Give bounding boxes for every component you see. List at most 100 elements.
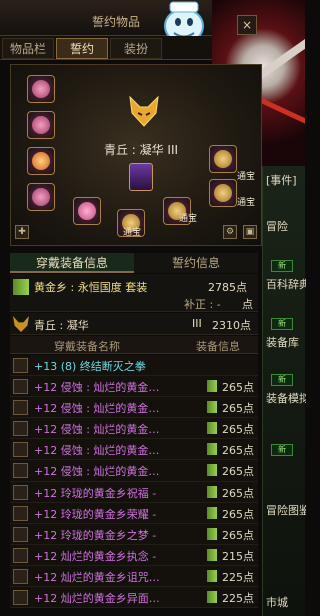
equipment-points: 265点 [222, 486, 254, 500]
equipment-icon [13, 547, 28, 563]
new-badge: 新 [271, 260, 293, 272]
title-emblem-icon[interactable] [129, 163, 153, 191]
equip-slot[interactable] [27, 111, 55, 139]
header-name: 穿戴装备名称 [54, 340, 120, 353]
equipment-icon [13, 400, 28, 416]
treasure-label: 通宝 [123, 228, 142, 238]
point-chip-icon [207, 380, 217, 393]
equipment-name: +12 侵蚀 : 灿烂的黄金… [34, 402, 160, 416]
equipment-row[interactable]: +12 灿烂的黄金乡异面… 225点 [10, 587, 258, 609]
side-menu-label[interactable]: 百科辞典 [266, 276, 306, 292]
right-side-panel: [事件] 冒险 百科辞典 装备库 装备模拟 冒险图鉴 市城新新新新 [262, 166, 306, 616]
equipment-icon [13, 463, 28, 479]
equipment-row[interactable]: +12 玲珑的黄金乡祝福 - 265点 [10, 481, 258, 503]
list-header: 穿戴装备名称 装备信息 [10, 336, 258, 354]
equipment-name: +12 侵蚀 : 灿烂的黄金… [34, 444, 160, 458]
side-menu-label[interactable]: [事件] [266, 172, 306, 188]
treasure-label: 通宝 [237, 172, 256, 182]
equipment-panel: 青丘 : 凝华 III 通宝 通宝 通宝 通宝 ✚ ⚙ ▣ [10, 64, 262, 246]
tab-oath[interactable]: 誓约 [56, 38, 108, 59]
equipment-icon [13, 379, 28, 395]
side-menu-label[interactable]: 装备模拟 [266, 390, 306, 406]
close-button[interactable]: × [237, 15, 257, 35]
side-menu-label[interactable]: 装备库 [266, 334, 306, 350]
correction-label: 补正 : - [184, 298, 221, 311]
equipment-points: 215点 [222, 549, 254, 563]
equipment-row[interactable]: +12 灿烂的黄金乡执念 - 215点 [10, 544, 258, 566]
header-info: 装备信息 [196, 340, 240, 353]
equipment-name: +12 侵蚀 : 灿烂的黄金… [34, 465, 160, 479]
sub-tab-bar: 穿戴装备信息 誓约信息 [10, 253, 258, 273]
equipment-name: +12 灿烂的黄金乡执念 - [34, 549, 157, 563]
equipment-icon [13, 358, 28, 373]
side-menu-label[interactable]: 市城 [266, 594, 306, 610]
equipment-icon [13, 590, 28, 606]
point-chip-icon [207, 527, 217, 540]
oath-points: 2310点 [212, 319, 251, 332]
shirt-icon[interactable]: ▣ [243, 225, 257, 239]
equip-slot[interactable] [209, 179, 237, 207]
tab-inventory[interactable]: 物品栏 [2, 38, 54, 59]
point-chip-icon [207, 464, 217, 477]
oath-fox-icon [13, 316, 29, 332]
equipment-points: 265点 [222, 528, 254, 542]
equipment-name: +12 玲珑的黄金乡之梦 - [34, 528, 157, 542]
equipment-icon [13, 526, 28, 542]
oath-level: III [192, 317, 202, 330]
equipment-row[interactable]: +12 侵蚀 : 灿烂的黄金… 265点 [10, 376, 258, 398]
item-list: +13 (8) 终结断灭之拳 +12 侵蚀 : 灿烂的黄金… 265点 +12 侵蚀 … [10, 355, 258, 609]
gear-icon[interactable]: ⚙ [223, 225, 237, 239]
equipment-row[interactable]: +12 玲珑的黄金乡之梦 - 265点 [10, 523, 258, 545]
equipment-row[interactable]: +12 玲珑的黄金乡荣耀 - 265点 [10, 502, 258, 524]
fox-emblem-icon [129, 95, 159, 127]
new-badge: 新 [271, 318, 293, 330]
equipment-points: 265点 [222, 381, 254, 395]
equipment-row[interactable]: +13 (8) 终结断灭之拳 [10, 355, 258, 377]
equipment-row[interactable]: +12 侵蚀 : 灿烂的黄金… 265点 [10, 418, 258, 440]
treasure-label: 通宝 [179, 214, 198, 224]
equipment-icon [13, 505, 28, 521]
equipment-icon [13, 442, 28, 458]
equipment-points: 225点 [222, 592, 254, 606]
expand-icon[interactable]: ✚ [15, 225, 29, 239]
equipment-row[interactable]: +12 侵蚀 : 灿烂的黄金… 265点 [10, 439, 258, 461]
equip-slot[interactable] [27, 75, 55, 103]
side-menu-label[interactable]: 冒险 [266, 218, 306, 234]
tab-avatar[interactable]: 装扮 [110, 38, 162, 59]
tab-bar: 物品栏 誓约 装扮 [0, 36, 212, 60]
equipment-points: 225点 [222, 570, 254, 584]
tab-worn-equipment[interactable]: 穿戴装备信息 [10, 253, 134, 273]
set-name: 青丘 : 凝华 III [103, 143, 179, 157]
equip-slot[interactable] [27, 183, 55, 211]
point-chip-icon [207, 422, 217, 435]
set-icon [13, 279, 29, 295]
set-name-label: 黄金乡 : 永恒国度 套装 [34, 281, 148, 294]
equipment-points: 265点 [222, 402, 254, 416]
equipment-row[interactable]: +12 侵蚀 : 灿烂的黄金… 265点 [10, 397, 258, 419]
set-points: 2785点 [208, 281, 247, 294]
set-info: 黄金乡 : 永恒国度 套装 2785点 补正 : - 点 青丘 : 凝华 III… [10, 274, 258, 335]
point-chip-icon [207, 401, 217, 414]
oath-name: 青丘 : 凝华 [34, 319, 89, 332]
equipment-row[interactable]: +12 侵蚀 : 灿烂的黄金… 265点 [10, 460, 258, 482]
equipment-points: 265点 [222, 507, 254, 521]
equipment-icon [13, 484, 28, 500]
equipment-name: +12 玲珑的黄金乡荣耀 - [34, 507, 157, 521]
equipment-row[interactable]: +12 灿烂的黄金乡诅咒… 225点 [10, 565, 258, 588]
side-menu-label[interactable]: 冒险图鉴 [266, 502, 306, 518]
new-badge: 新 [271, 444, 293, 456]
correction-points: 点 [242, 298, 253, 311]
equipment-icon [13, 568, 28, 584]
tab-oath-info[interactable]: 誓约信息 [134, 253, 258, 273]
equipment-name: +12 灿烂的黄金乡异面… [34, 592, 160, 606]
new-badge: 新 [271, 374, 293, 386]
equipment-points: 265点 [222, 423, 254, 437]
equipment-icon [13, 421, 28, 437]
equipment-name: +12 玲珑的黄金乡祝福 - [34, 486, 157, 500]
equip-slot[interactable] [73, 197, 101, 225]
equipment-name: +12 侵蚀 : 灿烂的黄金… [34, 423, 160, 437]
equipment-points: 265点 [222, 465, 254, 479]
oath-summary-row: 青丘 : 凝华 III 2310点 [10, 313, 258, 335]
point-chip-icon [207, 506, 217, 519]
equipment-points: 265点 [222, 444, 254, 458]
